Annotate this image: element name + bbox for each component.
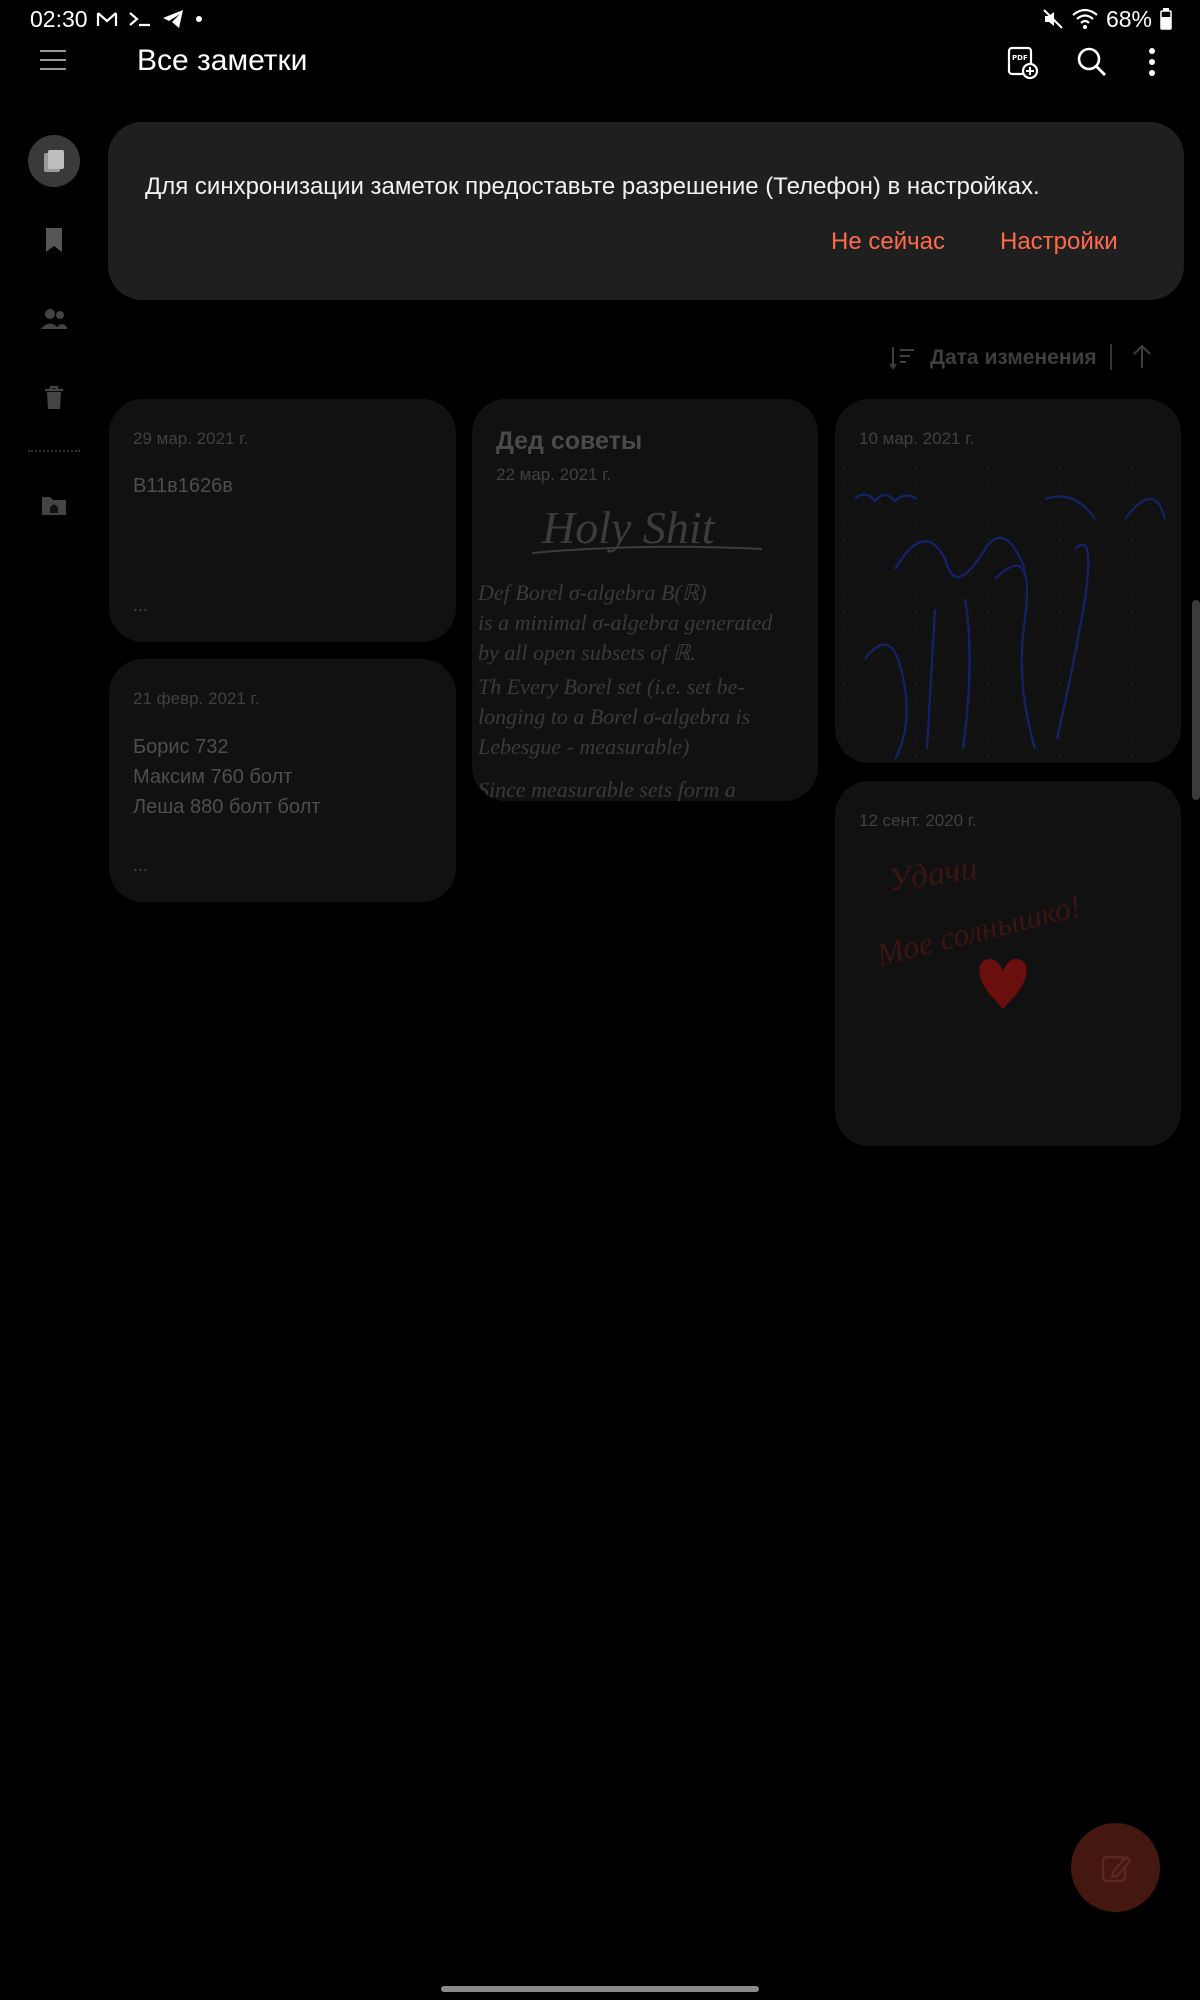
not-now-button[interactable]: Не сейчас: [831, 228, 945, 256]
sort-divider: [1110, 344, 1112, 370]
menu-icon[interactable]: [36, 42, 72, 78]
battery-icon: [1160, 8, 1172, 30]
scrollbar[interactable]: [1192, 600, 1200, 800]
home-indicator[interactable]: [441, 1986, 759, 1992]
settings-button[interactable]: Настройки: [1000, 228, 1118, 256]
terminal-icon: [129, 12, 150, 27]
note-title: Дед советы: [496, 427, 643, 455]
note-date: 29 мар. 2021 г.: [133, 429, 249, 448]
more-icon[interactable]: [1132, 42, 1172, 82]
notes-icon[interactable]: [28, 135, 80, 187]
shared-icon[interactable]: [28, 293, 80, 345]
svg-text:PDF: PDF: [1012, 54, 1028, 62]
handwriting-line: Мое солнышко!: [872, 887, 1085, 973]
handwriting-line: Since measurable sets form a: [478, 777, 736, 801]
bookmark-icon[interactable]: [28, 214, 80, 266]
note-card[interactable]: 29 мар. 2021 г. B11в1626в ...: [109, 399, 456, 642]
sort-label[interactable]: Дата изменения: [930, 346, 1097, 370]
page-title: Все заметки: [137, 44, 308, 77]
trash-icon[interactable]: [28, 372, 80, 424]
note-text: Борис 732 Максим 760 болт Леша 880 болт …: [133, 736, 321, 818]
status-system-icons: 68%: [1042, 5, 1172, 33]
new-note-button[interactable]: [1071, 1823, 1160, 1912]
status-notification-icons: [96, 6, 204, 32]
dialog-message: Для синхронизации заметок предоставьте р…: [145, 173, 1040, 200]
handwriting-line: is a minimal σ-algebra generated: [478, 610, 773, 635]
note-date: 22 мар. 2021 г.: [496, 465, 612, 484]
heart-icon: [979, 959, 1027, 1009]
compose-icon: [1101, 1854, 1132, 1882]
search-icon[interactable]: [1072, 42, 1112, 82]
note-date: 10 мар. 2021 г.: [859, 429, 975, 448]
status-bar: 02:30 68%: [0, 0, 1200, 38]
gmail-icon: [96, 12, 118, 26]
mute-icon: [1043, 9, 1063, 29]
handwriting-line: Th Every Borel set (i.e. set be-: [478, 674, 745, 699]
dot-icon: [196, 16, 202, 22]
sync-permission-dialog: [108, 122, 1184, 300]
note-ellipsis: ...: [133, 855, 149, 875]
handwriting-line: longing to a Borel σ-algebra is: [478, 704, 750, 729]
note-date: 12 сент. 2020 г.: [859, 811, 977, 830]
note-card[interactable]: 12 сент. 2020 г. Удачи Мое солнышко!: [835, 781, 1181, 1146]
sort-direction-icon[interactable]: [1130, 343, 1154, 371]
note-ellipsis: ...: [133, 595, 149, 615]
handwriting-image: Holy Shit Def Borel σ-algebra B(ℝ) is a …: [472, 495, 818, 801]
battery-percent: 68%: [1105, 5, 1152, 32]
note-date: 21 февр. 2021 г.: [133, 689, 260, 708]
drawing-image: [835, 459, 1181, 763]
sort-order-icon[interactable]: [888, 345, 916, 371]
note-card[interactable]: 10 мар. 2021 г.: [835, 399, 1181, 763]
telegram-icon: [163, 10, 183, 28]
handwriting-line: Удачи: [886, 850, 980, 899]
pdf-add-icon[interactable]: PDF: [1002, 42, 1042, 82]
note-card[interactable]: Дед советы 22 мар. 2021 г. Holy Shit Def…: [472, 399, 818, 801]
note-text: B11в1626в: [133, 475, 233, 497]
folder-home-icon[interactable]: [28, 479, 80, 531]
status-time: 02:30: [30, 6, 88, 32]
handwriting-line: Def Borel σ-algebra B(ℝ): [477, 580, 706, 605]
handwriting-line: Lebesgue - measurable): [477, 734, 689, 759]
sidebar-divider: [28, 450, 80, 452]
handwriting-title: Holy Shit: [541, 502, 716, 553]
note-card[interactable]: 21 февр. 2021 г. Борис 732 Максим 760 бо…: [109, 659, 456, 902]
wifi-icon: [1072, 8, 1098, 29]
handwriting-line: by all open subsets of ℝ.: [478, 640, 696, 665]
drawing-image: Удачи Мое солнышко!: [835, 841, 1181, 1041]
